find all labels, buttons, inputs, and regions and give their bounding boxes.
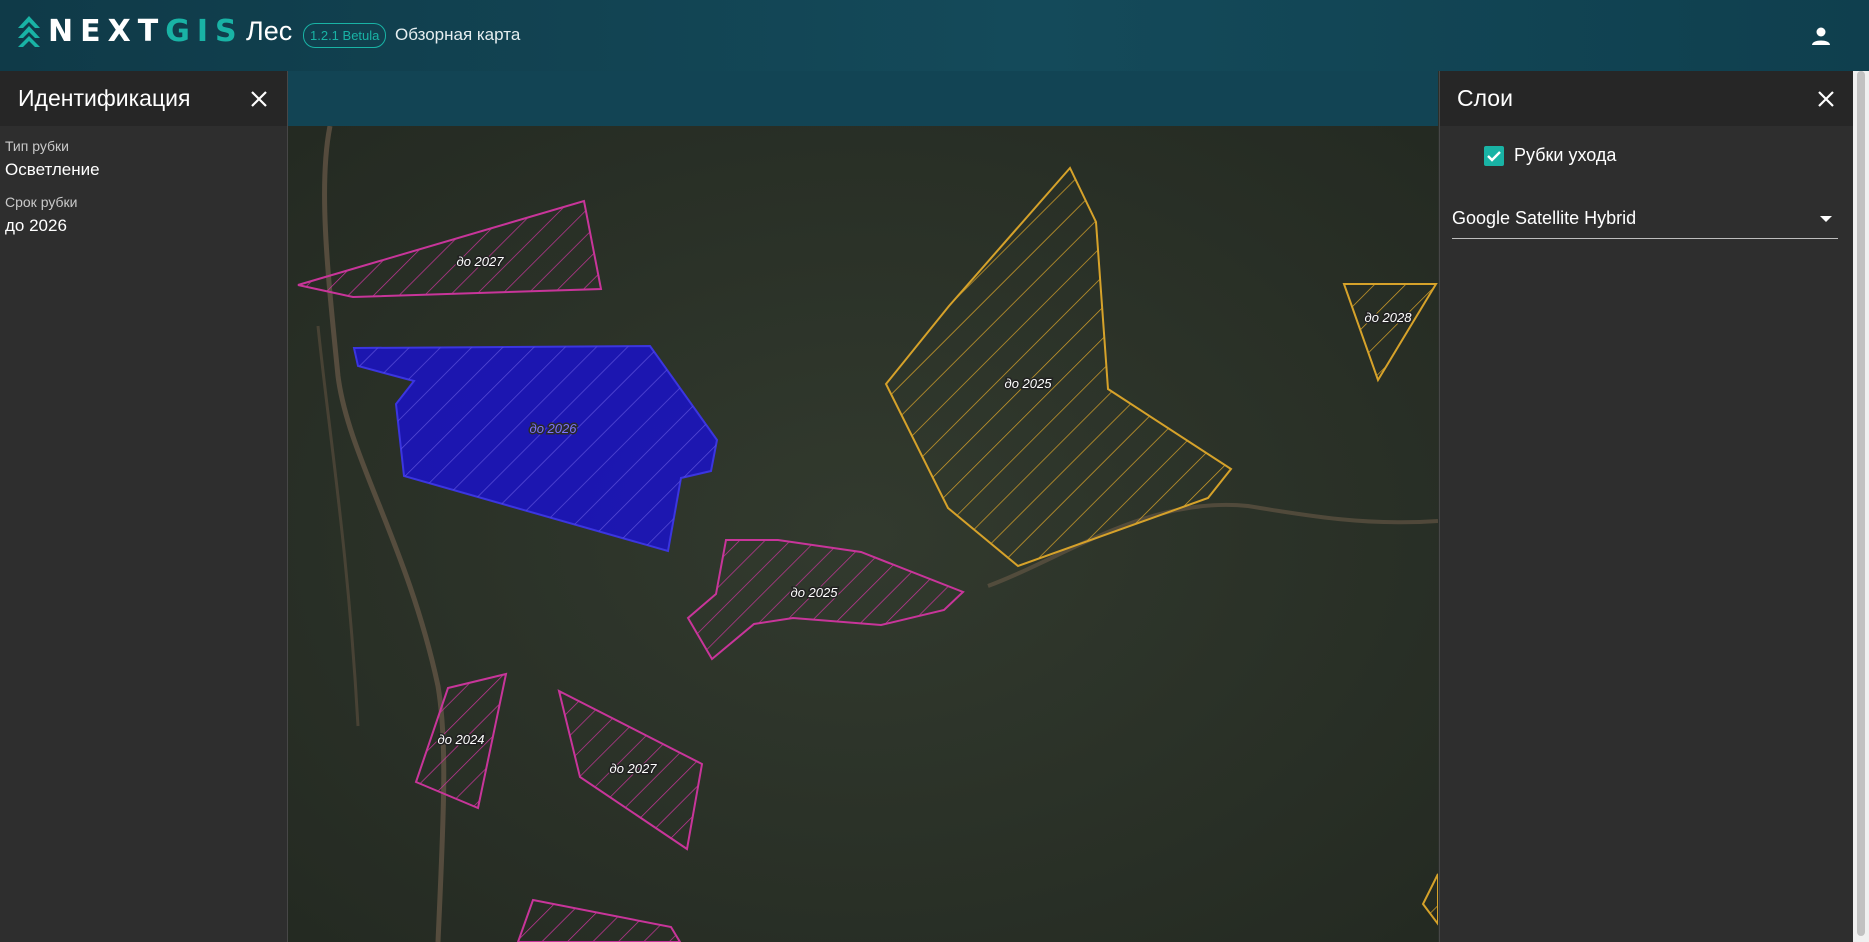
polygon-label: до 2025 [1005,376,1053,391]
logo-text: NEXTGIS [48,13,244,49]
close-icon[interactable] [1816,89,1836,109]
layers-panel: Слои Рубки ухода Google Satellite Hybrid [1439,71,1854,942]
app-header: NEXTGIS Лес 1.2.1 Betula Обзорная карта [0,0,1869,71]
identify-panel: Идентификация Тип рубки Осветление Срок … [0,71,288,942]
user-icon[interactable] [1809,24,1833,48]
polygon-label: до 2028 [1365,310,1413,325]
map-title: Обзорная карта [395,25,521,44]
field-value: Осветление [5,160,100,179]
app-name: Лес [246,16,293,46]
field-label: Тип рубки [5,138,69,154]
identify-field: Тип рубки Осветление [0,138,287,180]
close-icon[interactable] [249,89,269,109]
layers-panel-header: Слои [1440,71,1854,126]
layer-label: Рубки ухода [1514,145,1617,165]
polygon-label: до 2025 [791,585,839,600]
checkmark-icon [1487,150,1501,162]
version-badge: 1.2.1 Betula [303,23,387,48]
map-canvas[interactable]: до 2027 до 2026 до 2025 до 2028 до 2025 … [288,126,1438,942]
identify-panel-header: Идентификация [0,71,287,126]
polygon-label: до 2027 [610,761,658,776]
layer-checkbox[interactable] [1484,145,1504,166]
dropdown-arrow-icon [1820,216,1832,222]
layers-panel-title: Слои [1457,85,1513,111]
identify-field: Срок рубки до 2026 [0,194,287,236]
basemap-select[interactable]: Google Satellite Hybrid [1452,204,1838,239]
scrollbar-thumb[interactable] [1857,71,1865,936]
map-svg[interactable]: до 2027 до 2026 до 2025 до 2028 до 2025 … [288,126,1438,942]
nextgis-logo[interactable]: NEXTGIS [16,13,244,49]
tree-icon [18,16,40,47]
polygon-label-selected: до 2026 [530,421,578,436]
polygon-label: до 2027 [457,254,505,269]
identify-panel-title: Идентификация [18,85,191,111]
polygon-label: до 2024 [438,732,485,747]
page-scrollbar[interactable] [1853,71,1869,942]
layer-item[interactable]: Рубки ухода [1484,145,1616,166]
map-toolbar-strip [287,71,1438,126]
field-value: до 2026 [5,216,67,235]
field-label: Срок рубки [5,194,78,210]
basemap-value: Google Satellite Hybrid [1452,208,1637,228]
